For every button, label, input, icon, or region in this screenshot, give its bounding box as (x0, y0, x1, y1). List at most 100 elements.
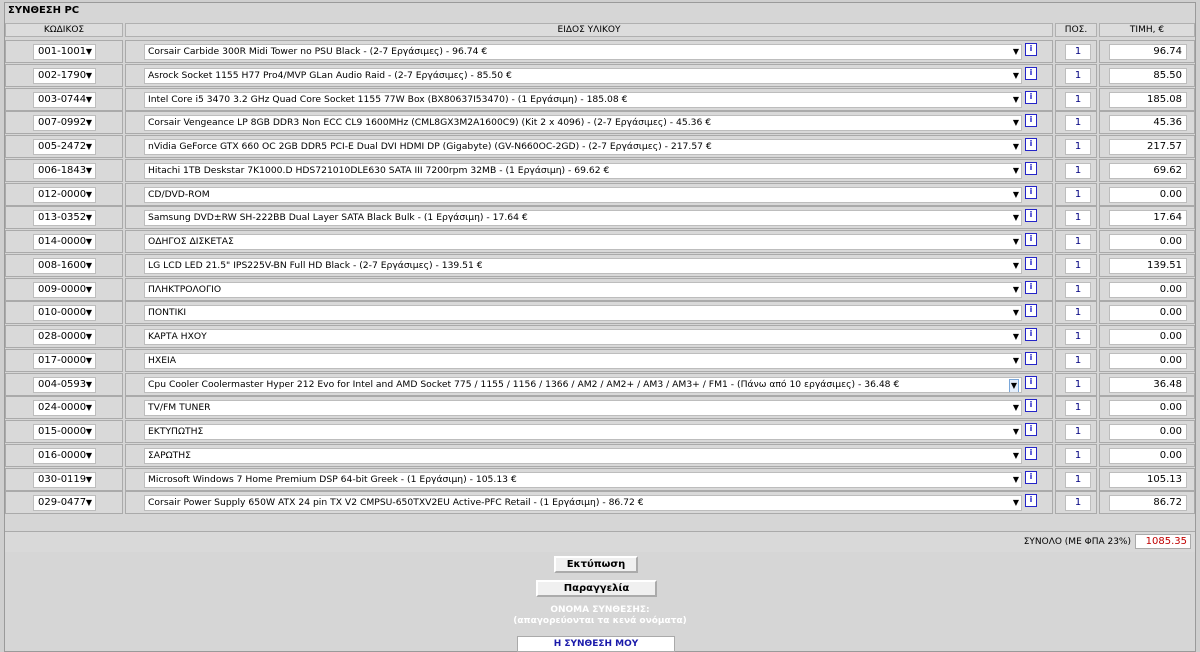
info-icon[interactable]: i (1025, 43, 1037, 56)
code-select[interactable]: 008-1600 ▼ (33, 257, 96, 274)
product-select[interactable]: Asrock Socket 1155 H77 Pro4/MVP GLan Aud… (144, 67, 1022, 84)
product-select[interactable]: ΠΛΗΚΤΡΟΛΟΓΙΟ ▼ (144, 281, 1022, 298)
info-icon[interactable]: i (1025, 256, 1037, 270)
code-select[interactable]: 003-0744 ▼ (33, 91, 96, 108)
table-row: 005-2472 ▼ nVidia GeForce GTX 660 OC 2GB… (5, 135, 1195, 159)
code-select[interactable]: 009-0000 ▼ (33, 281, 96, 298)
header-quantity: ΠΟΣ. (1055, 23, 1097, 37)
quantity-input[interactable]: 1 (1065, 495, 1091, 512)
code-value: 010-0000 (38, 307, 87, 319)
total-bar: ΣΥΝΟΛΟ (ΜΕ ΦΠΑ 23%) 1085.35 (5, 531, 1195, 552)
quantity-cell: 1 (1055, 372, 1097, 396)
product-select[interactable]: Samsung DVD±RW SH-222BB Dual Layer SATA … (144, 210, 1022, 227)
description-cell: Asrock Socket 1155 H77 Pro4/MVP GLan Aud… (125, 63, 1053, 87)
quantity-input[interactable]: 1 (1065, 115, 1091, 132)
code-select[interactable]: 029-0477 ▼ (33, 495, 96, 512)
info-icon[interactable]: i (1025, 114, 1037, 128)
info-icon[interactable]: i (1025, 494, 1037, 508)
info-icon[interactable]: i (1025, 351, 1037, 365)
quantity-input[interactable]: 1 (1065, 44, 1091, 60)
code-select[interactable]: 013-0352 ▼ (33, 210, 96, 227)
code-select[interactable]: 001-1001 ▼ (33, 44, 96, 60)
quantity-input[interactable]: 1 (1065, 305, 1091, 322)
product-select[interactable]: Hitachi 1TB Deskstar 7K1000.D HDS721010D… (144, 162, 1022, 179)
quantity-input[interactable]: 1 (1065, 376, 1091, 393)
quantity-input[interactable]: 1 (1065, 281, 1091, 298)
quantity-input[interactable]: 1 (1065, 400, 1091, 417)
code-select[interactable]: 010-0000 ▼ (33, 305, 96, 322)
code-select[interactable]: 004-0593 ▼ (33, 376, 96, 393)
info-icon[interactable]: i (1025, 304, 1037, 318)
chevron-down-icon: ▼ (1010, 163, 1019, 178)
quantity-input[interactable]: 1 (1065, 210, 1091, 227)
chevron-down-icon: ▼ (85, 47, 92, 56)
quantity-input[interactable]: 1 (1065, 67, 1091, 84)
table-row: 004-0593 ▼ Cpu Cooler Coolermaster Hyper… (5, 372, 1195, 397)
product-select[interactable]: CD/DVD-ROM ▼ (144, 186, 1022, 203)
code-select[interactable]: 024-0000 ▼ (33, 400, 96, 417)
price-field: 105.13 (1109, 471, 1187, 488)
code-select[interactable]: 017-0000 ▼ (33, 352, 96, 369)
product-select[interactable]: Corsair Power Supply 650W ATX 24 pin TX … (144, 495, 1022, 512)
product-select[interactable]: TV/FM TUNER ▼ (144, 400, 1022, 417)
chevron-down-icon: ▼ (85, 308, 92, 318)
quantity-input[interactable]: 1 (1065, 352, 1091, 369)
product-select[interactable]: ΠΟΝΤΙΚΙ ▼ (144, 305, 1022, 322)
code-select[interactable]: 007-0992 ▼ (33, 115, 96, 132)
quantity-input[interactable]: 1 (1065, 329, 1091, 345)
product-select[interactable]: ΕΚΤΥΠΩΤΗΣ ▼ (144, 424, 1022, 440)
table-row: 014-0000 ▼ ΟΔΗΓΟΣ ΔΙΣΚΕΤΑΣ ▼ i 1 0.00 (5, 230, 1195, 254)
info-icon[interactable]: i (1025, 399, 1037, 413)
quantity-input[interactable]: 1 (1065, 91, 1091, 108)
product-select[interactable]: ΗΧΕΙΑ ▼ (144, 352, 1022, 369)
product-select[interactable]: ΟΔΗΓΟΣ ΔΙΣΚΕΤΑΣ ▼ (144, 234, 1022, 250)
product-select[interactable]: nVidia GeForce GTX 660 OC 2GB DDR5 PCI-E… (144, 139, 1022, 155)
info-icon[interactable]: i (1025, 66, 1037, 80)
quantity-input[interactable]: 1 (1065, 447, 1091, 464)
quantity-input[interactable]: 1 (1065, 234, 1091, 250)
code-cell: 007-0992 ▼ (5, 111, 123, 135)
info-icon[interactable]: i (1025, 280, 1037, 294)
info-icon[interactable]: i (1025, 185, 1037, 199)
code-select[interactable]: 014-0000 ▼ (33, 234, 96, 250)
product-select[interactable]: Corsair Carbide 300R Midi Tower no PSU B… (144, 44, 1022, 60)
code-select[interactable]: 005-2472 ▼ (33, 139, 96, 155)
info-icon[interactable]: i (1025, 470, 1037, 484)
info-icon[interactable]: i (1025, 209, 1037, 223)
code-select[interactable]: 006-1843 ▼ (33, 162, 96, 179)
info-icon[interactable]: i (1025, 161, 1037, 175)
product-select[interactable]: Corsair Vengeance LP 8GB DDR3 Non ECC CL… (144, 115, 1022, 132)
quantity-input[interactable]: 1 (1065, 257, 1091, 274)
print-button[interactable]: Εκτύπωση (554, 556, 638, 573)
product-select[interactable]: Intel Core i5 3470 3.2 GHz Quad Core Soc… (144, 91, 1022, 108)
product-select[interactable]: ΚΑΡΤΑ ΗΧΟΥ ▼ (144, 329, 1022, 345)
table-row: 003-0744 ▼ Intel Core i5 3470 3.2 GHz Qu… (5, 87, 1195, 112)
info-icon[interactable]: i (1025, 233, 1037, 246)
product-select[interactable]: ΣΑΡΩΤΗΣ ▼ (144, 447, 1022, 464)
info-icon[interactable]: i (1025, 423, 1037, 436)
quantity-input[interactable]: 1 (1065, 139, 1091, 155)
quantity-input[interactable]: 1 (1065, 424, 1091, 440)
chevron-down-icon: ▼ (1010, 140, 1019, 154)
code-select[interactable]: 028-0000 ▼ (33, 329, 96, 345)
product-select[interactable]: LG LCD LED 21.5" IPS225V-BN Full HD Blac… (144, 257, 1022, 274)
code-select[interactable]: 002-1790 ▼ (33, 67, 96, 84)
info-icon[interactable]: i (1025, 90, 1037, 104)
product-select[interactable]: Microsoft Windows 7 Home Premium DSP 64-… (144, 471, 1022, 488)
code-select[interactable]: 015-0000 ▼ (33, 424, 96, 440)
quantity-cell: 1 (1055, 467, 1097, 491)
code-select[interactable]: 030-0119 ▼ (33, 471, 96, 488)
product-select[interactable]: Cpu Cooler Coolermaster Hyper 212 Evo fo… (144, 376, 1022, 393)
info-icon[interactable]: i (1025, 446, 1037, 460)
code-select[interactable]: 012-0000 ▼ (33, 186, 96, 203)
info-icon[interactable]: i (1025, 375, 1037, 389)
quantity-input[interactable]: 1 (1065, 186, 1091, 203)
quantity-input[interactable]: 1 (1065, 471, 1091, 488)
code-select[interactable]: 016-0000 ▼ (33, 447, 96, 464)
info-icon[interactable]: i (1025, 138, 1037, 151)
info-icon[interactable]: i (1025, 328, 1037, 341)
composition-name-input[interactable]: Η ΣΥΝΘΕΣΗ ΜΟΥ (517, 636, 675, 652)
code-value: 001-1001 (38, 46, 87, 57)
quantity-input[interactable]: 1 (1065, 162, 1091, 179)
order-button[interactable]: Παραγγελία (536, 580, 657, 597)
